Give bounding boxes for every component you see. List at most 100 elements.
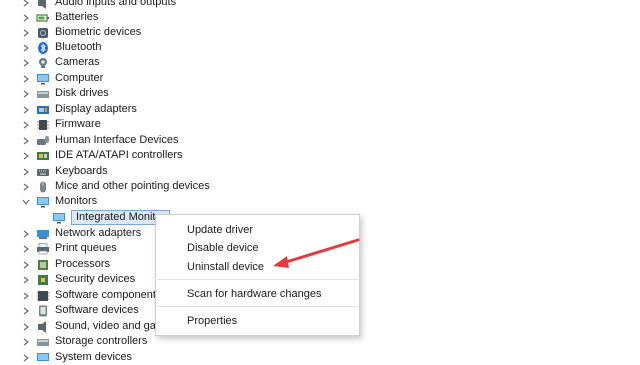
tree-item-firmware[interactable]: Firmware	[20, 117, 101, 132]
tree-item-label: System devices	[55, 351, 133, 363]
tree-item-bluetooth[interactable]: Bluetooth	[20, 40, 101, 55]
network-adapter-icon	[36, 228, 50, 240]
tree-item-computer[interactable]: Computer	[20, 71, 103, 86]
speaker-icon	[36, 0, 50, 9]
firmware-icon	[36, 119, 50, 131]
computer-icon	[36, 73, 50, 85]
menu-item-scan-hardware[interactable]: Scan for hardware changes	[187, 285, 322, 303]
tree-item-integrated-monitor[interactable]: Integrated Monitor	[52, 210, 171, 225]
chevron-right-icon[interactable]	[20, 88, 32, 100]
tree-item-biometric[interactable]: Biometric devices	[20, 25, 141, 40]
tree-item-ide-controllers[interactable]: IDE ATA/ATAPI controllers	[20, 148, 183, 163]
battery-icon	[36, 12, 50, 24]
system-device-icon	[36, 352, 50, 364]
tree-item-label: Bluetooth	[55, 41, 102, 53]
tree-item-keyboards[interactable]: Keyboards	[20, 164, 108, 179]
processor-icon	[36, 259, 50, 271]
monitor-icon	[52, 212, 66, 224]
speaker-icon	[36, 320, 50, 333]
ide-controller-icon	[36, 150, 50, 162]
tree-item-disk-drives[interactable]: Disk drives	[20, 86, 109, 101]
chevron-right-icon[interactable]	[20, 0, 32, 9]
tree-item-label: Human Interface Devices	[55, 134, 179, 146]
tree-item-system-devices[interactable]: System devices	[20, 350, 132, 365]
chevron-right-icon[interactable]	[20, 104, 32, 116]
chevron-right-icon[interactable]	[20, 166, 32, 178]
tree-item-label: Network adapters	[55, 227, 142, 239]
tree-item-software-devices[interactable]: Software devices	[20, 303, 139, 318]
tree-item-storage-controllers[interactable]: Storage controllers	[20, 334, 147, 349]
storage-controller-icon	[36, 336, 50, 348]
printer-icon	[36, 242, 50, 255]
chevron-right-icon[interactable]	[20, 352, 32, 364]
hid-icon	[36, 135, 50, 147]
tree-item-label: Monitors	[55, 195, 98, 207]
tree-item-label: IDE ATA/ATAPI controllers	[55, 149, 183, 161]
tree-item-label: Storage controllers	[55, 335, 148, 347]
menu-item-update-driver[interactable]: Update driver	[187, 221, 253, 239]
tree-item-label: Biometric devices	[55, 26, 142, 38]
tree-item-label: Software devices	[55, 304, 139, 316]
menu-separator	[157, 306, 358, 307]
tree-item-label: Mice and other pointing devices	[55, 180, 210, 192]
tree-item-label: Keyboards	[55, 165, 108, 177]
chevron-right-icon[interactable]	[20, 243, 32, 255]
chevron-right-icon[interactable]	[20, 12, 32, 24]
tree-item-label: Display adapters	[55, 103, 137, 115]
chevron-right-icon[interactable]	[20, 27, 32, 39]
security-device-icon	[36, 274, 50, 286]
display-adapter-icon	[36, 104, 50, 116]
tree-item-label: Processors	[55, 258, 111, 270]
tree-item-network-adapters[interactable]: Network adapters	[20, 226, 141, 241]
monitor-icon	[36, 196, 50, 208]
tree-item-mice[interactable]: Mice and other pointing devices	[20, 179, 210, 194]
tree-item-display-adapters[interactable]: Display adapters	[20, 102, 137, 117]
tree-item-software-components[interactable]: Software components	[20, 288, 161, 303]
context-menu: Update driver Disable device Uninstall d…	[155, 214, 360, 336]
chevron-right-icon[interactable]	[20, 228, 32, 240]
tree-item-audio[interactable]: Audio inputs and outputs	[20, 0, 176, 10]
chevron-right-icon[interactable]	[20, 73, 32, 85]
chevron-right-icon[interactable]	[20, 290, 32, 302]
menu-item-disable-device[interactable]: Disable device	[187, 239, 259, 257]
tree-item-monitors[interactable]: Monitors	[20, 194, 97, 209]
chevron-right-icon[interactable]	[20, 150, 32, 162]
chevron-right-icon[interactable]	[20, 305, 32, 317]
chevron-right-icon[interactable]	[20, 119, 32, 131]
chevron-right-icon[interactable]	[20, 135, 32, 147]
mouse-icon	[36, 181, 50, 193]
chevron-right-icon[interactable]	[20, 336, 32, 348]
chevron-down-icon[interactable]	[20, 196, 32, 208]
tree-item-label: Audio inputs and outputs	[55, 0, 177, 8]
tree-item-label: Batteries	[55, 11, 99, 23]
tree-item-batteries[interactable]: Batteries	[20, 10, 98, 25]
chevron-right-icon[interactable]	[20, 274, 32, 286]
menu-item-uninstall-device[interactable]: Uninstall device	[187, 258, 264, 276]
chevron-right-icon[interactable]	[20, 57, 32, 69]
software-component-icon	[36, 290, 50, 302]
tree-item-hid[interactable]: Human Interface Devices	[20, 133, 179, 148]
bluetooth-icon	[36, 41, 50, 54]
keyboard-icon	[36, 166, 50, 178]
chevron-right-icon[interactable]	[20, 259, 32, 271]
camera-icon	[36, 57, 50, 69]
software-device-icon	[36, 305, 50, 317]
tree-item-label: Print queues	[55, 242, 117, 254]
tree-item-label: Computer	[55, 72, 104, 84]
tree-item-label: Security devices	[55, 273, 136, 285]
tree-item-processors[interactable]: Processors	[20, 257, 110, 272]
chevron-right-icon[interactable]	[20, 181, 32, 193]
tree-item-label: Disk drives	[55, 87, 109, 99]
tree-item-cameras[interactable]: Cameras	[20, 55, 100, 70]
tree-item-print-queues[interactable]: Print queues	[20, 241, 117, 256]
tree-item-security-devices[interactable]: Security devices	[20, 272, 135, 287]
disk-drive-icon	[36, 88, 50, 100]
menu-separator	[157, 279, 358, 280]
tree-item-label: Firmware	[55, 118, 101, 130]
fingerprint-icon	[36, 27, 50, 39]
tree-item-label: Cameras	[55, 56, 100, 68]
chevron-right-icon[interactable]	[20, 42, 32, 54]
menu-item-properties[interactable]: Properties	[187, 312, 237, 330]
chevron-right-icon[interactable]	[20, 321, 32, 333]
tree-item-label: Software components	[55, 289, 162, 301]
